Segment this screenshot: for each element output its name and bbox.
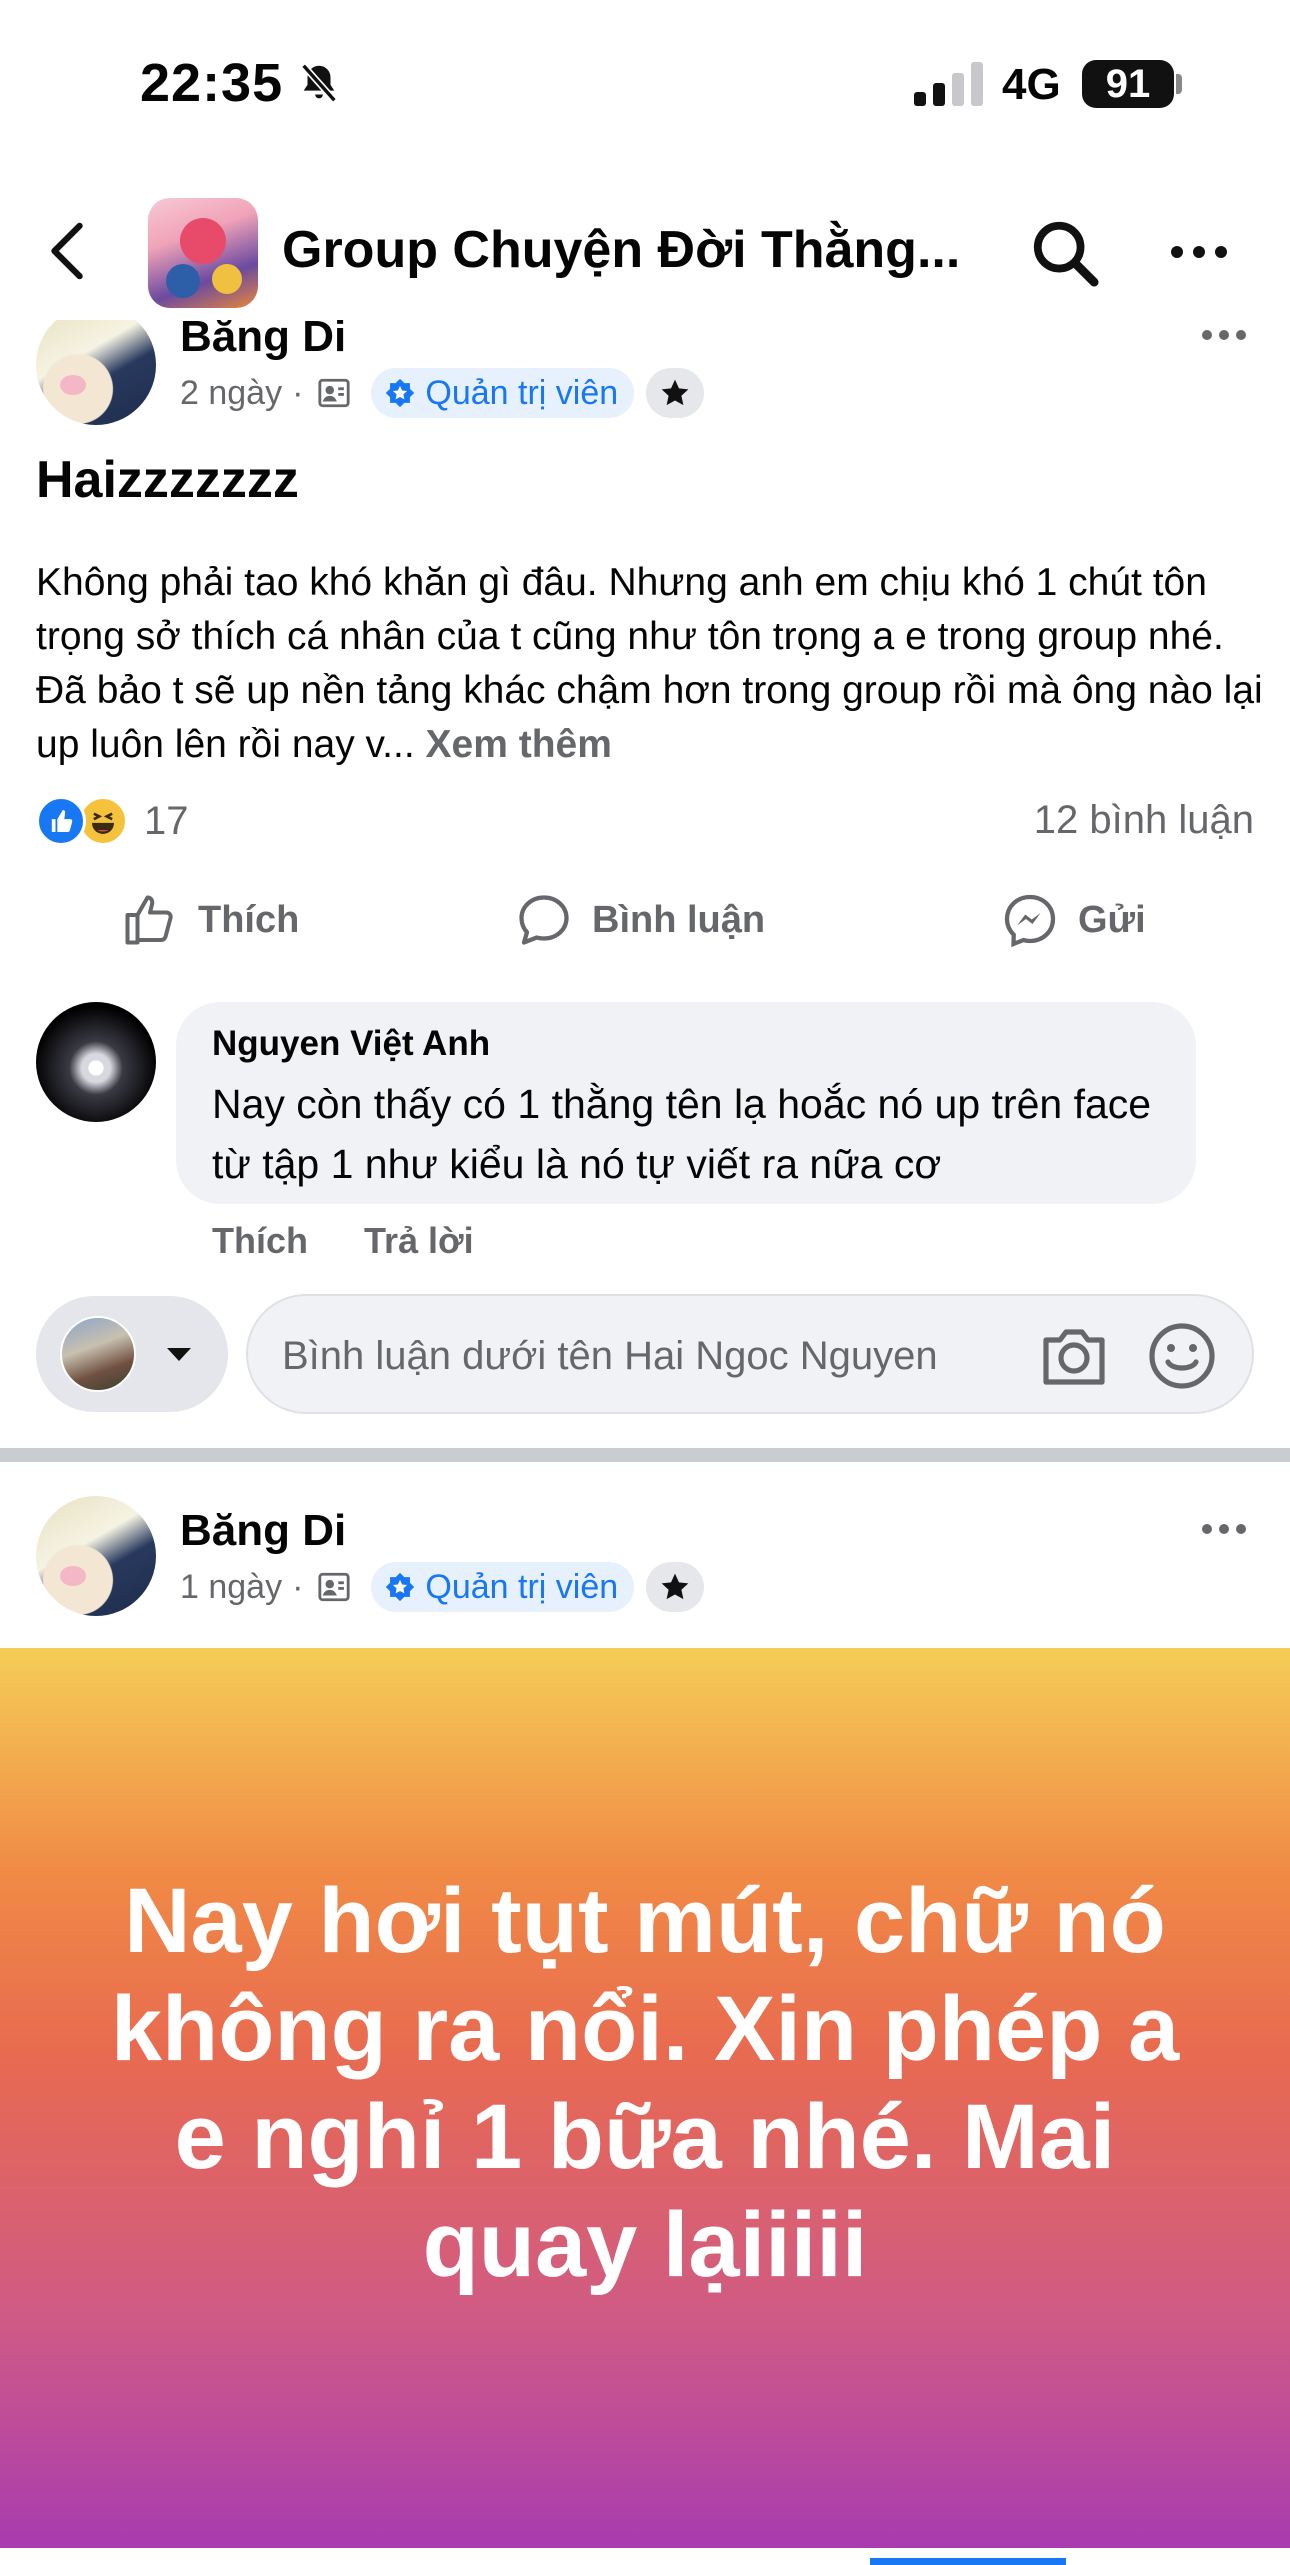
group-header: Group Chuyện Đời Thằng...: [0, 180, 1290, 320]
status-time: 22:35: [140, 53, 284, 113]
comment-count[interactable]: 12 bình luận: [1034, 798, 1254, 843]
group-title[interactable]: Group Chuyện Đời Thằng...: [282, 220, 960, 280]
group-avatar[interactable]: [148, 198, 258, 308]
identity-switcher[interactable]: [36, 1296, 228, 1412]
thumbs-up-icon: [125, 895, 173, 945]
comment-label: Bình luận: [592, 898, 766, 941]
background-post-text: Nay hơi tụt mút, chữ nó không ra nổi. Xi…: [110, 1870, 1180, 2296]
commenter-avatar[interactable]: [36, 1002, 156, 1122]
meta-separator: ·: [292, 1567, 304, 1606]
reaction-count: 17: [144, 798, 189, 843]
comment-input[interactable]: [282, 1326, 1002, 1386]
group-members-icon: [318, 378, 351, 408]
post-meta: 2 ngày · Quản trị viên: [180, 368, 705, 418]
bell-slash-icon: [301, 63, 337, 103]
post-body-text: Không phải tao khó khăn gì đâu. Nhưng an…: [36, 561, 1263, 766]
like-reaction-icon: [36, 796, 86, 846]
messenger-icon: [1004, 894, 1056, 948]
admin-role-chip[interactable]: Quản trị viên: [371, 1562, 635, 1612]
admin-role-label: Quản trị viên: [425, 373, 619, 412]
status-bar: 22:35 4G 91: [0, 0, 1290, 170]
group-members-icon: [318, 1572, 351, 1602]
post-time[interactable]: 2 ngày: [180, 374, 282, 413]
like-button[interactable]: Thích: [120, 890, 299, 950]
comment-composer[interactable]: [246, 1294, 1254, 1414]
signal-icon: [914, 62, 983, 106]
comment-reply-button[interactable]: Trả lời: [364, 1220, 474, 1262]
post-headline: Haizzzzzzz: [36, 451, 299, 509]
post-more-icon[interactable]: [1200, 326, 1248, 344]
comment-actions: Thích Trả lời: [212, 1220, 530, 1262]
current-user-avatar: [60, 1316, 136, 1392]
admin-badge-icon: [386, 1572, 415, 1602]
background-text-post[interactable]: Nay hơi tụt mút, chữ nó không ra nổi. Xi…: [0, 1648, 1290, 2548]
post-author-avatar[interactable]: [36, 305, 156, 425]
top-contributor-chip[interactable]: [646, 1562, 705, 1612]
comment-text: Nay còn thấy có 1 thằng tên lạ hoắc nó u…: [212, 1081, 1152, 1187]
admin-role-chip[interactable]: Quản trị viên: [371, 368, 635, 418]
search-icon[interactable]: [1030, 218, 1100, 288]
star-icon: [661, 1573, 689, 1600]
post-actions: Thích Bình luận Gửi: [0, 880, 1290, 960]
admin-role-label: Quản trị viên: [425, 1567, 619, 1606]
comment-icon: [519, 895, 569, 945]
star-icon: [661, 379, 689, 406]
camera-icon[interactable]: [1038, 1324, 1110, 1388]
reaction-summary[interactable]: 17: [36, 796, 189, 846]
admin-badge-icon: [386, 378, 415, 408]
see-more-link[interactable]: Xem thêm: [426, 723, 612, 766]
battery-indicator: 91: [1082, 60, 1174, 108]
post-divider: [0, 1448, 1290, 1462]
post-body: Không phải tao khó khăn gì đâu. Nhưng an…: [36, 556, 1268, 772]
more-icon[interactable]: [1168, 238, 1230, 266]
like-label: Thích: [198, 898, 300, 941]
comment-like-button[interactable]: Thích: [212, 1220, 308, 1262]
send-button[interactable]: Gửi: [1000, 890, 1146, 950]
emoji-icon[interactable]: [1146, 1320, 1218, 1392]
back-icon[interactable]: [40, 220, 96, 282]
scroll-indicator: [870, 2558, 1066, 2565]
post-time[interactable]: 1 ngày: [180, 1568, 282, 1607]
battery-level: 91: [1105, 61, 1151, 106]
post-author-name[interactable]: Băng Di: [180, 1506, 346, 1556]
post-more-icon[interactable]: [1200, 1520, 1248, 1538]
comment-author[interactable]: Nguyen Việt Anh: [212, 1024, 1160, 1064]
send-label: Gửi: [1078, 898, 1146, 941]
top-contributor-chip[interactable]: [646, 368, 705, 418]
caret-down-icon: [167, 1348, 191, 1361]
post-author-avatar[interactable]: [36, 1496, 156, 1616]
comment-button[interactable]: Bình luận: [514, 890, 765, 950]
network-label: 4G: [1002, 60, 1061, 109]
battery-nub: [1176, 74, 1182, 94]
comment-bubble[interactable]: Nguyen Việt Anh Nay còn thấy có 1 thằng …: [176, 1002, 1196, 1204]
meta-separator: ·: [292, 373, 304, 412]
post-meta: 1 ngày · Quản trị viên: [180, 1562, 705, 1612]
